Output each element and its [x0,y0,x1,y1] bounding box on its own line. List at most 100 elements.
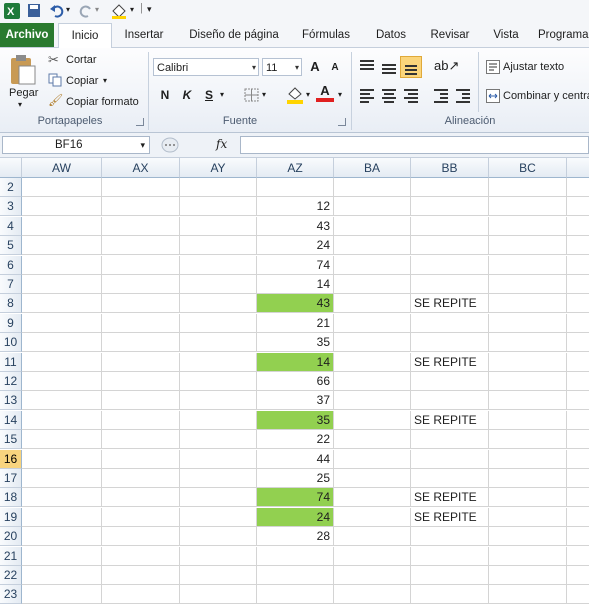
cell-ay7[interactable] [180,275,257,294]
cell-aw14[interactable] [22,411,102,430]
cell-partial13[interactable] [567,391,589,410]
cell-ax5[interactable] [102,236,180,255]
tab-datos[interactable]: Datos [366,23,416,47]
cell-ba7[interactable] [334,275,411,294]
cell-aw10[interactable] [22,333,102,352]
cell-ax11[interactable] [102,353,180,372]
cell-az10[interactable]: 35 [257,333,334,352]
cell-aw9[interactable] [22,314,102,333]
cell-bc13[interactable] [489,391,567,410]
cell-bc18[interactable] [489,488,567,507]
align-center-icon[interactable] [382,89,396,105]
cell-partial7[interactable] [567,275,589,294]
cell-partial3[interactable] [567,197,589,216]
cell-bb11[interactable]: SE REPITE [411,353,489,372]
row-header-12[interactable]: 12 [0,372,22,391]
cell-bb20[interactable] [411,527,489,546]
row-header-10[interactable]: 10 [0,333,22,352]
customize-icon[interactable]: ▾ [147,4,152,15]
row-header-3[interactable]: 3 [0,197,22,216]
cell-aw17[interactable] [22,469,102,488]
cell-az21[interactable] [257,547,334,566]
cell-az12[interactable]: 66 [257,372,334,391]
cell-partial19[interactable] [567,508,589,527]
grow-font-button[interactable]: A [306,58,324,76]
cell-ay23[interactable] [180,585,257,604]
cell-ax12[interactable] [102,372,180,391]
column-header-partial[interactable] [567,158,589,178]
fx-icon[interactable]: fx [216,137,227,151]
undo-icon[interactable] [49,3,65,19]
cell-aw4[interactable] [22,217,102,236]
cell-ax9[interactable] [102,314,180,333]
font-color-button[interactable]: A [316,84,334,102]
cell-az11[interactable]: 14 [257,353,334,372]
save-icon[interactable] [27,3,41,19]
cell-ay18[interactable] [180,488,257,507]
name-box[interactable]: BF16 ▾ [2,136,150,154]
cell-bc20[interactable] [489,527,567,546]
cell-ay21[interactable] [180,547,257,566]
chevron-down-icon[interactable]: ▾ [295,59,299,77]
cell-ax15[interactable] [102,430,180,449]
cell-partial18[interactable] [567,488,589,507]
cell-ay4[interactable] [180,217,257,236]
cell-bc9[interactable] [489,314,567,333]
cell-ay10[interactable] [180,333,257,352]
paste-icon[interactable] [8,54,36,86]
cell-ax21[interactable] [102,547,180,566]
cell-bb17[interactable] [411,469,489,488]
cell-bc23[interactable] [489,585,567,604]
cell-ax14[interactable] [102,411,180,430]
cell-ax23[interactable] [102,585,180,604]
cell-ax22[interactable] [102,566,180,585]
wrap-text-button[interactable]: Ajustar texto [503,61,564,73]
cell-aw13[interactable] [22,391,102,410]
row-header-11[interactable]: 11 [0,353,22,372]
merge-center-icon[interactable] [486,89,500,103]
cell-bb14[interactable]: SE REPITE [411,411,489,430]
cut-button[interactable]: Cortar [66,54,97,66]
column-header-az[interactable]: AZ [257,158,334,178]
cell-ay12[interactable] [180,372,257,391]
chevron-down-icon[interactable]: ▾ [140,137,145,154]
font-color-dropdown-icon[interactable]: ▾ [338,90,342,99]
cell-bb21[interactable] [411,547,489,566]
cell-bb23[interactable] [411,585,489,604]
cell-ay19[interactable] [180,508,257,527]
cell-aw12[interactable] [22,372,102,391]
tab-archivo[interactable]: Archivo [0,23,54,47]
cell-ba13[interactable] [334,391,411,410]
cell-ay5[interactable] [180,236,257,255]
row-header-19[interactable]: 19 [0,508,22,527]
cell-aw22[interactable] [22,566,102,585]
cell-partial9[interactable] [567,314,589,333]
paste-button[interactable]: Pegar [9,87,38,99]
fill-color-button-icon[interactable] [286,86,304,104]
cell-ba23[interactable] [334,585,411,604]
cell-az3[interactable]: 12 [257,197,334,216]
cell-az5[interactable]: 24 [257,236,334,255]
cell-bb5[interactable] [411,236,489,255]
cell-az22[interactable] [257,566,334,585]
cell-ba17[interactable] [334,469,411,488]
cell-ay17[interactable] [180,469,257,488]
row-header-22[interactable]: 22 [0,566,22,585]
cell-ay9[interactable] [180,314,257,333]
align-bottom-button[interactable] [400,56,422,78]
cell-ax7[interactable] [102,275,180,294]
column-header-ay[interactable]: AY [180,158,257,178]
cell-ba11[interactable] [334,353,411,372]
cell-bb12[interactable] [411,372,489,391]
cell-partial5[interactable] [567,236,589,255]
cell-ax16[interactable] [102,450,180,469]
row-header-16[interactable]: 16 [0,450,22,469]
expand-handle-icon[interactable] [160,136,180,154]
orientation-icon[interactable]: ab↗ [434,58,459,74]
cell-bb8[interactable]: SE REPITE [411,294,489,313]
fill-dropdown-icon[interactable]: ▾ [130,5,134,14]
cell-bc7[interactable] [489,275,567,294]
cell-partial20[interactable] [567,527,589,546]
cell-bc12[interactable] [489,372,567,391]
cell-ba22[interactable] [334,566,411,585]
